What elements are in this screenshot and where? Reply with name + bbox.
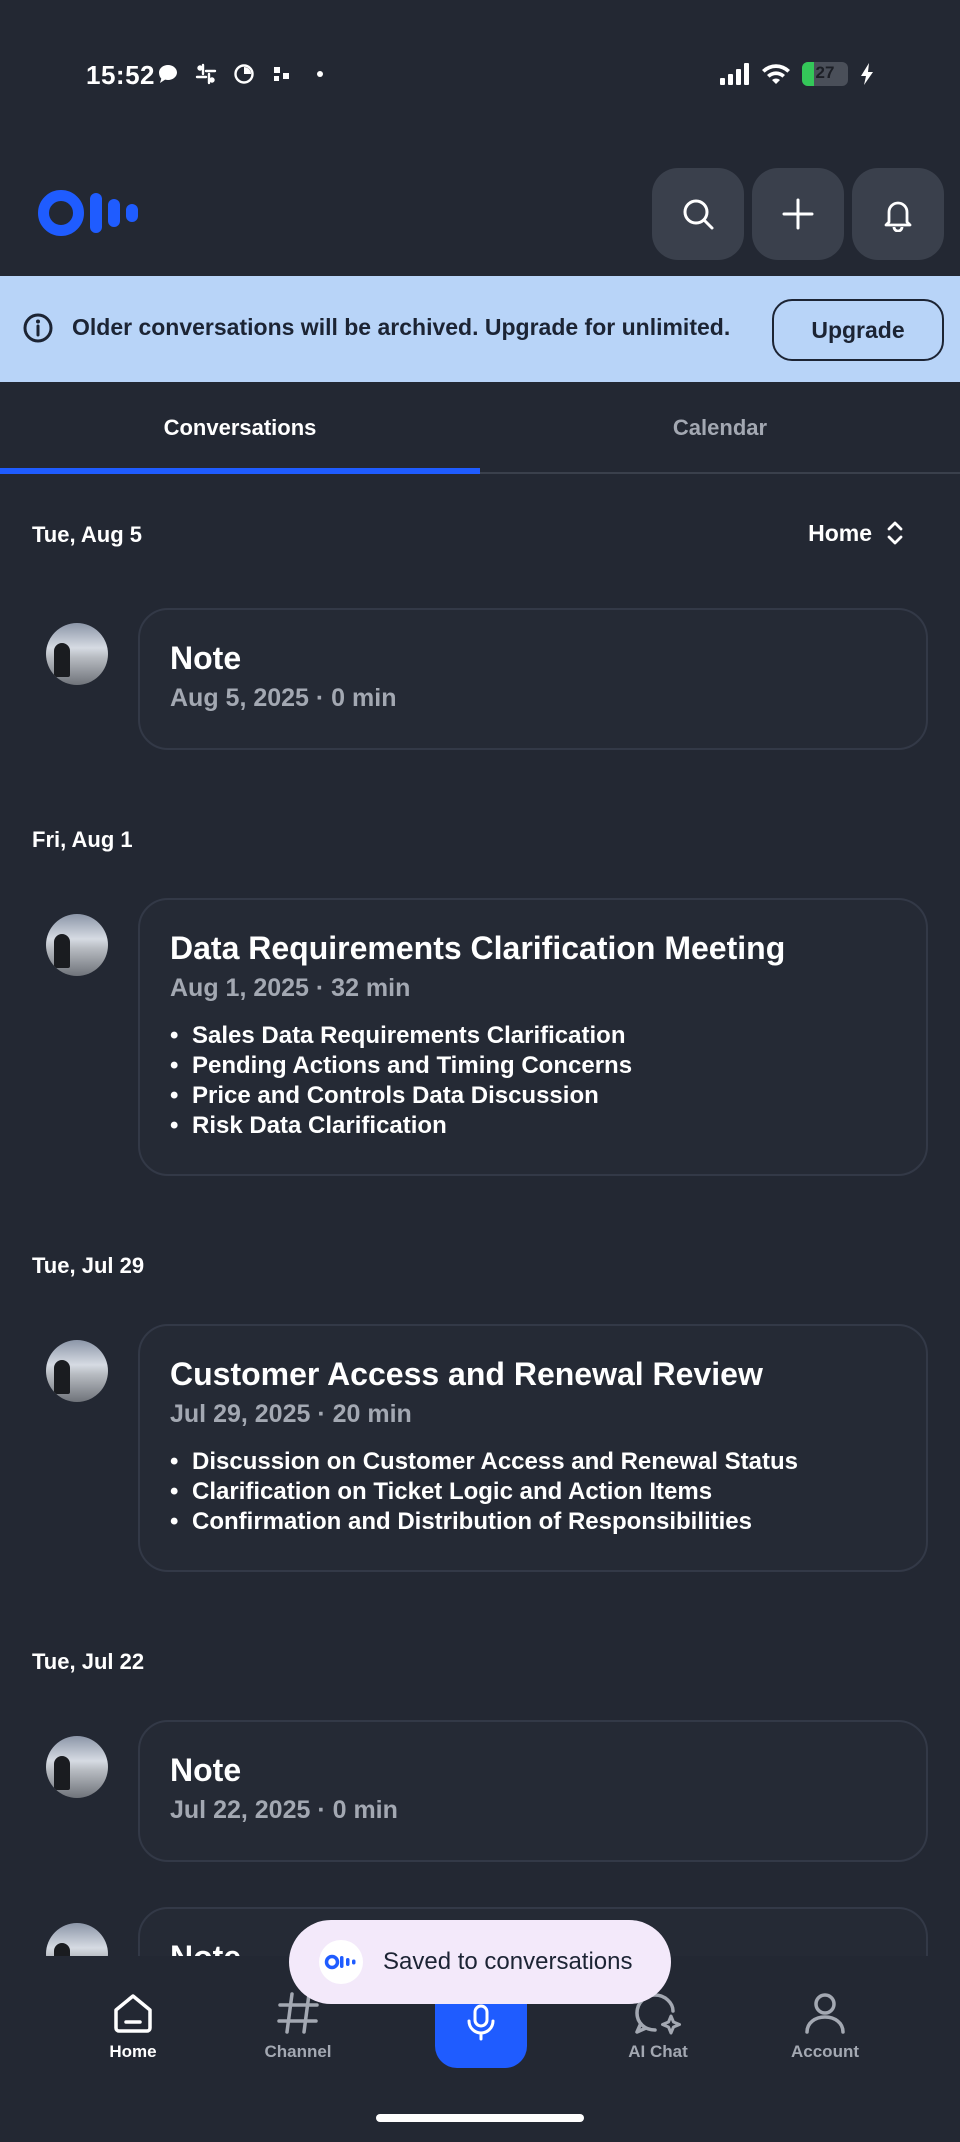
date-header: Tue, Aug 5 — [32, 522, 142, 547]
chat-bubble-icon — [159, 65, 177, 83]
outline-item: Confirmation and Distribution of Respons… — [170, 1507, 896, 1537]
conversation-card[interactable]: Data Requirements Clarification Meeting … — [138, 898, 928, 1176]
otter-logo — [38, 190, 138, 236]
outline-item: Pending Actions and Timing Concerns — [170, 1051, 896, 1081]
date-header: Fri, Aug 1 — [32, 827, 133, 852]
notifications-button[interactable] — [852, 168, 944, 260]
search-button[interactable] — [652, 168, 744, 260]
add-button[interactable] — [752, 168, 844, 260]
home-indicator — [376, 2114, 584, 2122]
dot-icon — [317, 71, 323, 77]
user-icon — [805, 1993, 845, 2034]
nav-account-label: Account — [791, 2042, 859, 2061]
upgrade-banner: Older conversations will be archived. Up… — [0, 276, 960, 382]
grid-dots-icon — [274, 67, 289, 81]
avatar[interactable] — [46, 623, 108, 685]
conversation-meta: Jul 29, 2025 · 20 min — [170, 1400, 412, 1428]
banner-message: Older conversations will be archived. Up… — [72, 314, 731, 340]
conversation-title: Data Requirements Clarification Meeting — [170, 930, 786, 966]
outline-item: Sales Data Requirements Clarification — [170, 1021, 896, 1051]
nav-channel-label: Channel — [264, 2042, 332, 2061]
home-icon — [114, 1994, 152, 2033]
avatar[interactable] — [46, 1340, 108, 1402]
folder-filter-label: Home — [808, 519, 872, 546]
date-header: Tue, Jul 29 — [32, 1253, 145, 1278]
toast-message: Saved to conversations — [383, 1948, 633, 1975]
app-header — [0, 150, 960, 276]
status-system-icons: 27 — [720, 62, 874, 86]
otter-toast-logo-icon — [319, 1940, 363, 1984]
plus-icon — [782, 198, 814, 230]
status-time: 15:52 — [86, 60, 155, 90]
conversation-card[interactable]: Customer Access and Renewal Review Jul 2… — [138, 1324, 928, 1572]
saved-toast: Saved to conversations — [289, 1920, 671, 2004]
conversation-outline: Discussion on Customer Access and Renewa… — [170, 1447, 896, 1537]
outline-item: Price and Controls Data Discussion — [170, 1081, 896, 1111]
wifi-icon — [762, 64, 790, 84]
avatar[interactable] — [46, 1736, 108, 1798]
slack-icon — [195, 63, 217, 85]
conversation-meta: Aug 5, 2025 · 0 min — [170, 684, 397, 712]
conversation-title: Note — [170, 640, 242, 676]
pie-chart-icon — [234, 64, 254, 84]
conversation-meta: Aug 1, 2025 · 32 min — [170, 974, 411, 1002]
info-icon — [23, 313, 53, 343]
status-notification-icons — [156, 62, 332, 86]
conversation-card[interactable]: Note Jul 22, 2025 · 0 min — [138, 1720, 928, 1862]
charging-bolt-icon — [861, 63, 873, 85]
battery-indicator: 27 — [802, 62, 848, 86]
sort-chevrons-icon — [887, 521, 903, 545]
tab-conversations[interactable]: Conversations — [0, 382, 480, 474]
active-tab-indicator — [0, 468, 480, 474]
bell-icon — [884, 201, 912, 232]
outline-item: Clarification on Ticket Logic and Action… — [170, 1477, 896, 1507]
status-bar: 15:52 27 — [0, 0, 960, 120]
conversation-title: Note — [170, 1752, 242, 1788]
tab-bar: Conversations Calendar — [0, 382, 960, 474]
avatar[interactable] — [46, 914, 108, 976]
battery-percent: 27 — [815, 63, 835, 82]
outline-item: Discussion on Customer Access and Renewa… — [170, 1447, 896, 1477]
date-header: Tue, Jul 22 — [32, 1649, 145, 1674]
outline-item: Risk Data Clarification — [170, 1111, 896, 1141]
microphone-icon — [467, 2004, 495, 2041]
search-icon — [683, 199, 714, 230]
nav-ai-chat-label: AI Chat — [628, 2042, 688, 2061]
nav-home-label: Home — [109, 2042, 157, 2061]
nav-home[interactable]: Home — [68, 1990, 198, 2062]
tab-calendar[interactable]: Calendar — [480, 382, 960, 474]
conversation-card[interactable]: Note Aug 5, 2025 · 0 min — [138, 608, 928, 750]
upgrade-button[interactable]: Upgrade — [772, 299, 944, 361]
conversation-title: Customer Access and Renewal Review — [170, 1356, 763, 1392]
folder-filter[interactable]: Home — [808, 518, 904, 548]
conversation-meta: Jul 22, 2025 · 0 min — [170, 1796, 398, 1824]
conversation-outline: Sales Data Requirements Clarification Pe… — [170, 1021, 896, 1141]
nav-account[interactable]: Account — [760, 1990, 890, 2062]
signal-icon — [720, 63, 749, 85]
